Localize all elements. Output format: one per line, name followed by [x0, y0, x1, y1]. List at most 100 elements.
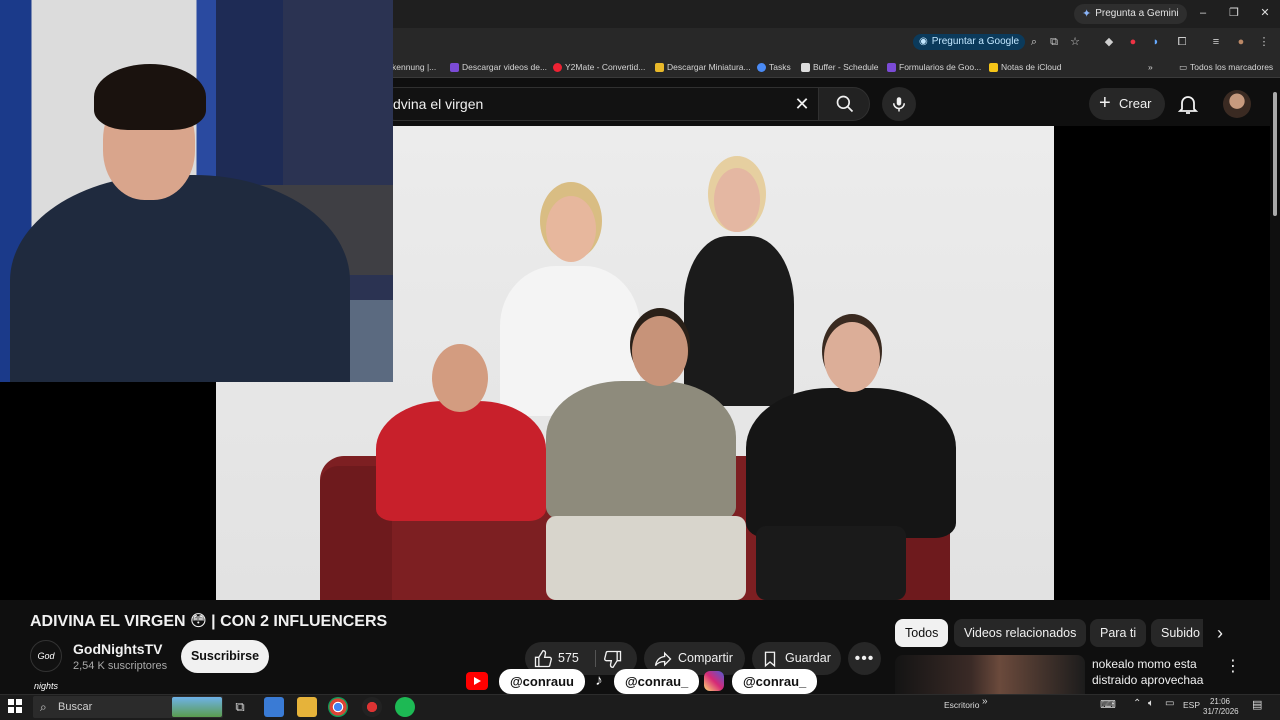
more-vert-icon[interactable]: ⋮: [1224, 656, 1242, 678]
video-frame-person-legs: [546, 516, 746, 600]
search-highlight-image: [172, 697, 222, 717]
zoom-icon[interactable]: ⌕: [1026, 34, 1042, 50]
bookmark-item[interactable]: Descargar videos de...: [450, 60, 547, 74]
related-video-thumbnail[interactable]: [895, 655, 1085, 695]
webcam-overlay: [0, 0, 393, 382]
keyboard-icon[interactable]: ⌨: [1100, 698, 1116, 711]
video-frame-person-head: [714, 168, 760, 232]
video-frame-person-head: [824, 322, 880, 392]
social-handle-youtube: @conrauu: [499, 669, 585, 694]
chip-uploaded[interactable]: Subido: [1151, 619, 1203, 647]
extension-icon-2[interactable]: ●: [1125, 34, 1141, 50]
notifications-icon[interactable]: ▤: [1252, 698, 1262, 711]
search-input[interactable]: dvina el virgen: [378, 87, 818, 121]
ask-google-button[interactable]: ◉ Preguntar a Google: [913, 34, 1026, 50]
channel-name[interactable]: GodNightsTV: [73, 641, 162, 657]
chip-for-you[interactable]: Para ti: [1090, 619, 1147, 647]
bookmark-item[interactable]: Tasks: [757, 60, 791, 74]
bookmark-item[interactable]: Descargar Miniatura...: [655, 60, 751, 74]
clock-date: 31/7/2026: [1203, 707, 1239, 716]
bookmarks-overflow[interactable]: »: [1148, 60, 1153, 74]
search-icon: [836, 95, 854, 113]
minimize-button[interactable]: –: [1188, 0, 1218, 28]
share-icon: [654, 651, 672, 667]
social-handle-instagram: @conrau_: [732, 669, 818, 694]
create-label: Crear: [1119, 96, 1152, 111]
bookmark-item[interactable]: Buffer - Schedule: [801, 60, 879, 74]
close-window-button[interactable]: ✕: [1250, 0, 1280, 28]
like-divider: [595, 650, 596, 667]
like-icon: [534, 649, 553, 668]
all-bookmarks-button[interactable]: ▭ Todos los marcadores: [1179, 60, 1273, 74]
search-button[interactable]: [818, 87, 870, 121]
social-handle-tiktok: @conrau_: [614, 669, 700, 694]
tab-search-icon[interactable]: ≡: [1208, 34, 1224, 50]
bookmark-favicon: [989, 62, 998, 72]
task-view-icon[interactable]: ⧉: [230, 697, 250, 717]
bookmark-icon: [764, 651, 776, 668]
volume-icon[interactable]: 🔈︎: [1148, 698, 1154, 709]
screen: ✦ Pregunta a Gemini – ❐ ✕ ◉ Preguntar a …: [0, 0, 1280, 720]
language-indicator[interactable]: ESP: [1183, 700, 1200, 710]
dislike-icon[interactable]: [603, 649, 623, 669]
chip-related[interactable]: Videos relacionados: [954, 619, 1087, 647]
video-frame-person-head: [546, 196, 596, 262]
desktop-label[interactable]: Escritorio: [944, 700, 979, 710]
bookmark-star-icon[interactable]: ☆: [1067, 34, 1083, 50]
video-frame-person: [376, 401, 546, 521]
store-app-icon[interactable]: [264, 697, 284, 717]
video-frame-person: [546, 381, 736, 521]
bookmark-item[interactable]: Notas de iCloud: [989, 60, 1061, 74]
chip-todos[interactable]: Todos: [895, 619, 949, 647]
play-triangle-icon: [474, 677, 481, 685]
account-avatar[interactable]: [1223, 90, 1251, 118]
folder-icon: ▭: [1179, 62, 1188, 72]
clock-time: 21:06: [1209, 697, 1231, 706]
gemini-icon: ✦: [1082, 8, 1092, 20]
chevron-right-icon[interactable]: ›: [1208, 621, 1232, 645]
extensions-puzzle-icon[interactable]: ⧠: [1174, 34, 1190, 50]
extension-icon-3[interactable]: ◗: [1148, 34, 1164, 50]
google-lens-icon: ◉: [919, 36, 928, 47]
bookmark-favicon: [757, 62, 766, 72]
video-frame-person: [746, 388, 956, 538]
scrollbar-thumb[interactable]: [1273, 92, 1277, 216]
restore-button[interactable]: ❐: [1219, 0, 1249, 28]
clear-search-icon[interactable]: ✕: [790, 92, 814, 116]
taskbar-search-icon: ⌕: [40, 700, 47, 714]
spotify-app-icon[interactable]: [395, 697, 415, 717]
related-video-title[interactable]: nokealo momo esta distraido aprovechaa: [1092, 656, 1212, 688]
notifications-bell-icon[interactable]: [1176, 92, 1200, 116]
chevron-double-icon[interactable]: »: [982, 696, 988, 707]
chrome-menu-icon[interactable]: ⋮: [1256, 34, 1272, 50]
windows-start-icon[interactable]: [8, 699, 22, 713]
video-frame-person: [684, 236, 794, 406]
clock[interactable]: 21:06 31/7/2026: [1203, 697, 1239, 717]
plus-icon: +: [1099, 92, 1111, 114]
install-app-icon[interactable]: ⧉: [1046, 34, 1062, 50]
chrome-app-icon[interactable]: [328, 697, 348, 717]
channel-subscribers: 2,54 K suscriptores: [73, 660, 168, 672]
profile-icon[interactable]: ●: [1233, 34, 1249, 50]
bookmark-item[interactable]: Y2Mate - Convertid...: [553, 60, 645, 74]
bookmark-favicon: [553, 62, 562, 72]
video-frame-person-legs: [756, 526, 906, 600]
more-actions-button[interactable]: •••: [848, 642, 881, 675]
more-horiz-icon: •••: [854, 650, 875, 667]
tray-overflow-icon[interactable]: ⌃: [1133, 698, 1141, 709]
bookmark-favicon: [655, 62, 664, 72]
taskbar-search-input[interactable]: ⌕ Buscar: [33, 696, 223, 718]
file-explorer-icon[interactable]: [297, 697, 317, 717]
youtube-logo-icon: [466, 672, 488, 690]
create-button[interactable]: + Crear: [1089, 88, 1165, 120]
gemini-button[interactable]: ✦ Pregunta a Gemini: [1074, 4, 1187, 24]
network-icon[interactable]: ▭: [1165, 698, 1174, 709]
bookmark-item[interactable]: Formularios de Goo...: [887, 60, 981, 74]
subscribe-button[interactable]: Suscribirse: [181, 640, 269, 673]
channel-avatar[interactable]: God nights: [30, 640, 62, 691]
ask-google-label: Preguntar a Google: [931, 36, 1020, 47]
voice-search-button[interactable]: [882, 87, 916, 121]
obs-app-icon[interactable]: [362, 697, 382, 717]
bookmark-item[interactable]: kennung |...: [392, 60, 436, 74]
extension-icon-1[interactable]: ◆: [1101, 34, 1117, 50]
